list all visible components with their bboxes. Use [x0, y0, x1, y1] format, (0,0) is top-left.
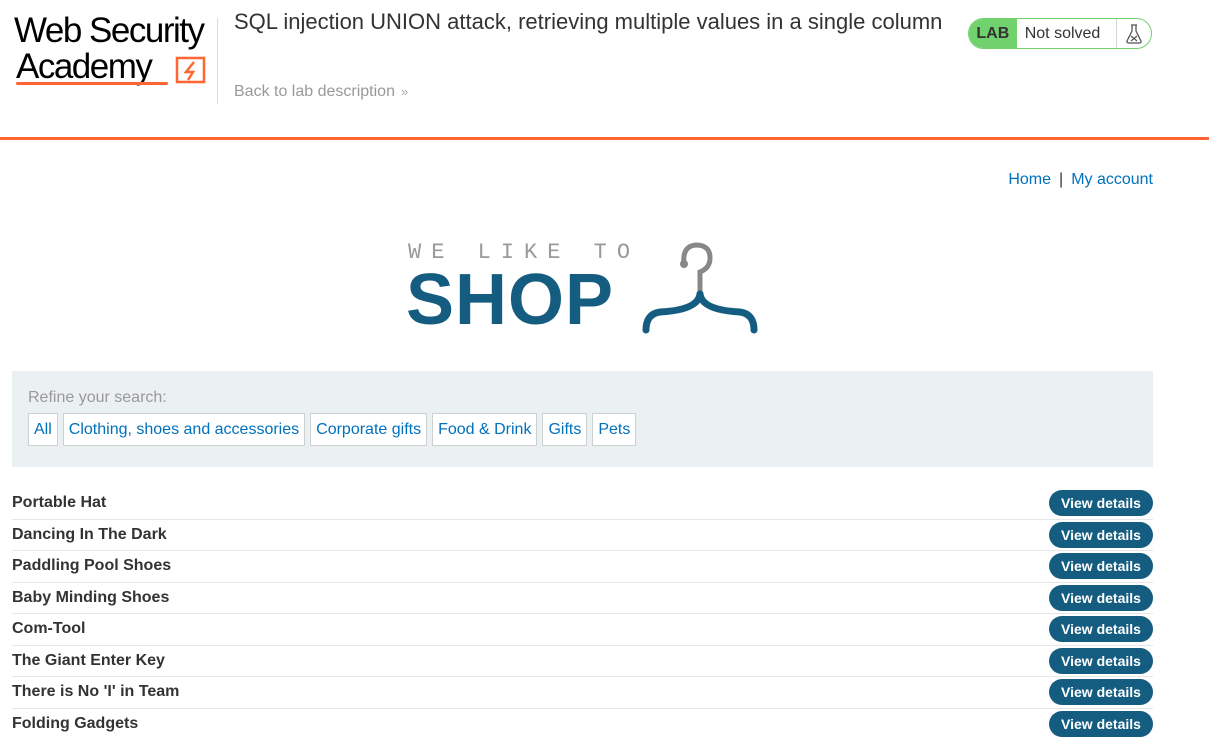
product-list: Portable Hat View details Dancing In The… [12, 488, 1153, 740]
product-name: The Giant Enter Key [12, 652, 165, 670]
filter-pets[interactable]: Pets [592, 413, 636, 446]
product-row: Com-Tool View details [12, 614, 1153, 646]
header-divider [217, 18, 218, 104]
top-nav: Home | My account [1008, 171, 1153, 189]
logo-line2: Academy [16, 50, 151, 84]
web-security-academy-logo[interactable]: Web Security Academy [14, 14, 214, 90]
product-row: Folding Gadgets View details [12, 709, 1153, 740]
product-row: Paddling Pool Shoes View details [12, 551, 1153, 583]
lab-title: SQL injection UNION attack, retrieving m… [234, 10, 954, 34]
product-name: There is No 'I' in Team [12, 683, 179, 701]
view-details-button[interactable]: View details [1049, 679, 1153, 705]
logo-line1: Web Security [14, 14, 214, 48]
product-name: Baby Minding Shoes [12, 589, 169, 607]
my-account-link[interactable]: My account [1071, 171, 1153, 188]
product-row: Portable Hat View details [12, 488, 1153, 520]
chevron-right-icon: » [401, 84, 408, 99]
view-details-button[interactable]: View details [1049, 616, 1153, 642]
product-name: Portable Hat [12, 494, 106, 512]
logo-underline [16, 82, 168, 85]
logo-bolt-icon [174, 54, 208, 86]
flask-icon [1116, 19, 1151, 48]
lab-badge: LAB [969, 19, 1017, 48]
view-details-button[interactable]: View details [1049, 585, 1153, 611]
home-link[interactable]: Home [1008, 171, 1051, 188]
product-row: Dancing In The Dark View details [12, 520, 1153, 552]
filter-gifts[interactable]: Gifts [542, 413, 587, 446]
filter-all[interactable]: All [28, 413, 58, 446]
view-details-button[interactable]: View details [1049, 553, 1153, 579]
view-details-button[interactable]: View details [1049, 490, 1153, 516]
product-name: Com-Tool [12, 620, 85, 638]
view-details-button[interactable]: View details [1049, 648, 1153, 674]
product-row: The Giant Enter Key View details [12, 646, 1153, 678]
product-row: Baby Minding Shoes View details [12, 583, 1153, 615]
lab-status-widget: LAB Not solved [968, 18, 1152, 49]
product-row: There is No 'I' in Team View details [12, 677, 1153, 709]
view-details-button[interactable]: View details [1049, 522, 1153, 548]
lab-header: Web Security Academy SQL injection UNION… [0, 0, 1209, 140]
filter-corporate-gifts[interactable]: Corporate gifts [310, 413, 427, 446]
search-filters: Refine your search: All Clothing, shoes … [12, 371, 1153, 467]
view-details-button[interactable]: View details [1049, 711, 1153, 737]
filter-clothing[interactable]: Clothing, shoes and accessories [63, 413, 305, 446]
product-name: Dancing In The Dark [12, 526, 167, 544]
filter-food-drink[interactable]: Food & Drink [432, 413, 537, 446]
back-to-lab-description-link[interactable]: Back to lab description » [234, 83, 408, 101]
shop-name: SHOP [406, 264, 614, 336]
category-filter-list: All Clothing, shoes and accessories Corp… [28, 413, 1137, 446]
nav-separator: | [1059, 171, 1063, 188]
filters-label: Refine your search: [28, 389, 1137, 407]
back-link-label: Back to lab description [234, 83, 395, 100]
product-name: Folding Gadgets [12, 715, 138, 733]
hanger-icon [638, 240, 762, 336]
lab-status-text: Not solved [1017, 25, 1116, 43]
product-name: Paddling Pool Shoes [12, 557, 171, 575]
shop-logo: WE LIKE TO SHOP [406, 240, 766, 340]
